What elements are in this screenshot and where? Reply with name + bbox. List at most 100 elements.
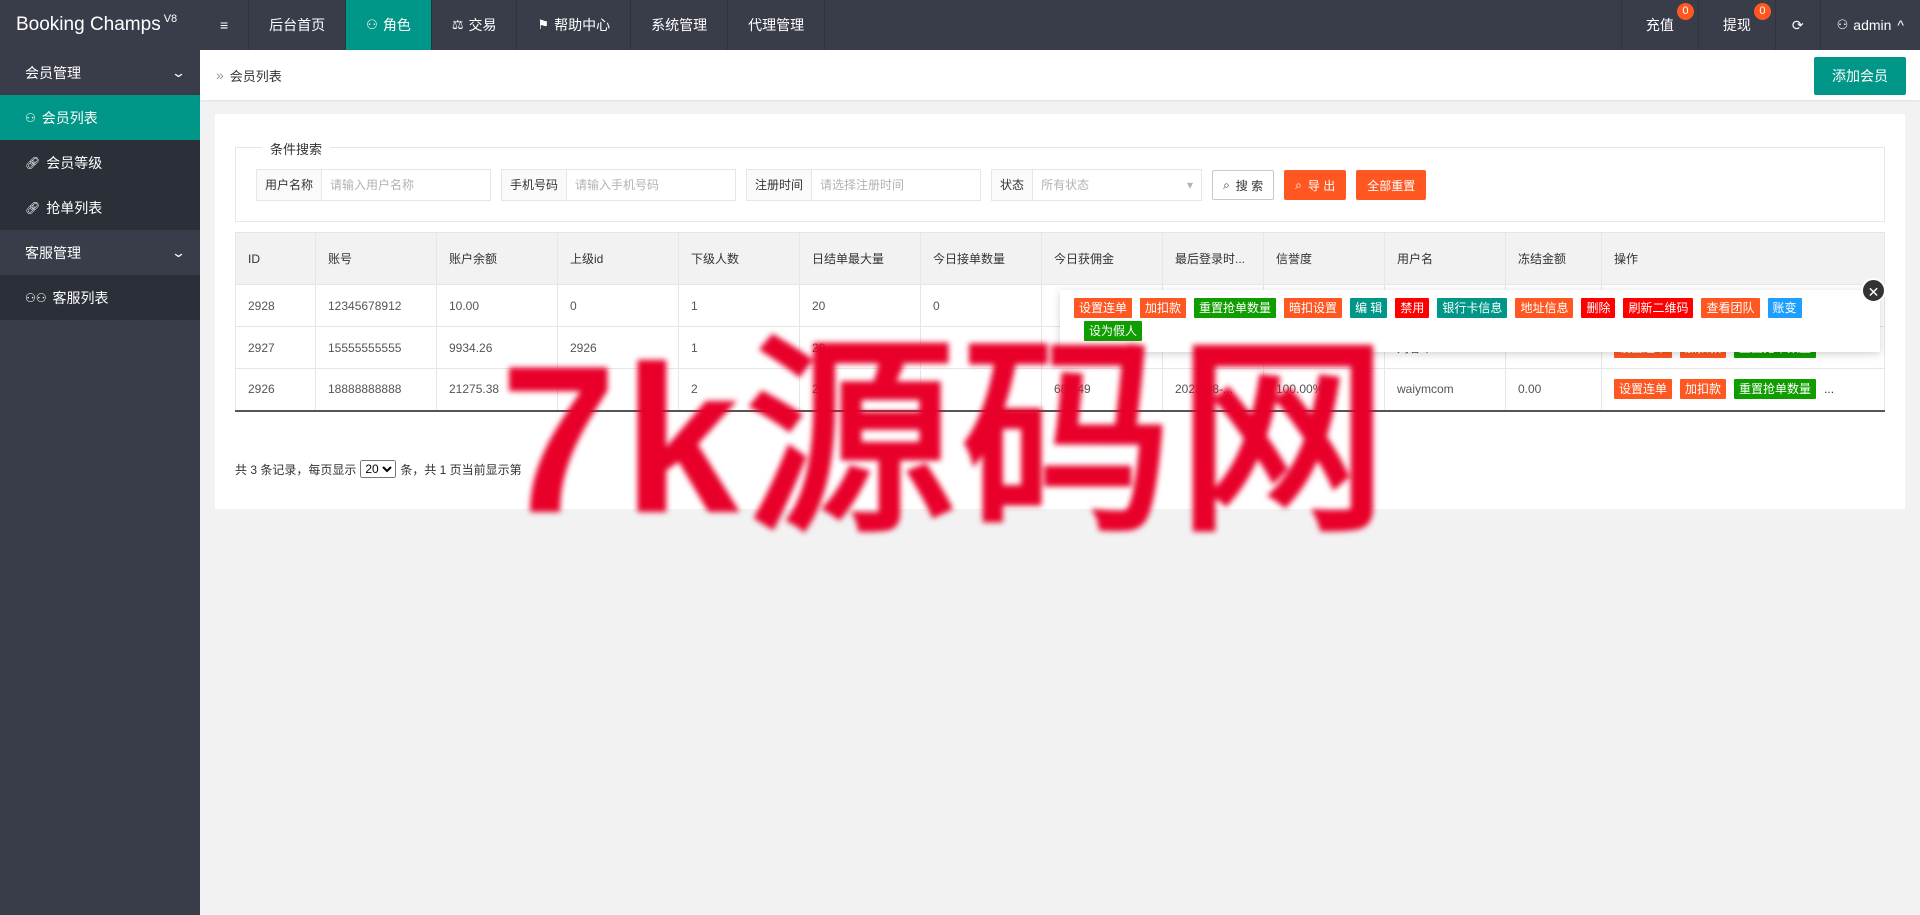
- nav-dashboard[interactable]: 后台首页: [249, 0, 347, 50]
- recharge-button[interactable]: 充值 0: [1620, 0, 1698, 50]
- page-size-select[interactable]: 20: [360, 460, 397, 478]
- cell-actions: 设置连单加扣款重置抢单数量...: [1601, 368, 1885, 412]
- export-button-label: 导 出: [1307, 178, 1336, 193]
- col-today-commission[interactable]: 今日获佣金: [1041, 232, 1163, 285]
- reset-order-count-button[interactable]: 重置抢单数量: [1734, 379, 1817, 400]
- close-icon[interactable]: ✕: [1861, 278, 1886, 303]
- refresh-qrcode-button[interactable]: 刷新二维码: [1623, 298, 1694, 318]
- view-team-button[interactable]: 查看团队: [1701, 298, 1760, 318]
- nav-transactions[interactable]: ⚖ 交易: [432, 0, 518, 50]
- sidebar-item-member-level[interactable]: 🔗︎ 会员等级: [0, 140, 200, 185]
- col-daily-max[interactable]: 日结单最大量: [799, 232, 921, 285]
- phone-field: 手机号码: [501, 169, 737, 201]
- username-input[interactable]: [322, 170, 491, 200]
- user-icon: ⚇: [366, 17, 378, 32]
- edit-button[interactable]: 编 辑: [1350, 298, 1388, 318]
- user-menu[interactable]: ⚇ admin ^: [1819, 0, 1920, 50]
- cell-account: 15555555555: [315, 326, 437, 369]
- sidebar-group-label: 会员管理: [25, 64, 81, 81]
- cell-account: 12345678912: [315, 284, 437, 327]
- cell-frozen: 0.00: [1505, 368, 1602, 412]
- delete-button[interactable]: 删除: [1581, 298, 1616, 318]
- adjust-balance-button[interactable]: 加扣款: [1140, 298, 1187, 318]
- cell-id: 2927: [235, 326, 316, 369]
- disable-button[interactable]: 禁用: [1395, 298, 1430, 318]
- chevron-down-icon: ⌄: [170, 64, 187, 80]
- col-account[interactable]: 账号: [315, 232, 437, 285]
- sidebar-item-label: 抢单列表: [46, 199, 103, 216]
- reset-order-count-button[interactable]: 重置抢单数量: [1194, 298, 1277, 318]
- col-sub-count[interactable]: 下级人数: [678, 232, 800, 285]
- refresh-icon[interactable]: ⟳: [1774, 0, 1820, 50]
- status-select[interactable]: 所有状态 ▾: [1033, 170, 1201, 200]
- cell-account: 18888888888: [315, 368, 437, 412]
- nav-help[interactable]: ⚑ 帮助中心: [517, 0, 632, 50]
- col-today-orders[interactable]: 今日接单数量: [920, 232, 1042, 285]
- col-username[interactable]: 用户名: [1384, 232, 1506, 285]
- nav-transactions-label: 交易: [468, 17, 497, 33]
- regtime-label: 注册时间: [747, 170, 813, 200]
- withdraw-button[interactable]: 提现 0: [1697, 0, 1775, 50]
- bank-card-button[interactable]: 银行卡信息: [1437, 298, 1508, 318]
- col-parent-id[interactable]: 上级id: [557, 232, 679, 285]
- sidebar-item-label: 客服列表: [52, 289, 109, 306]
- nav-roles[interactable]: ⚇ 角色: [346, 0, 432, 50]
- regtime-input[interactable]: [812, 170, 981, 200]
- cell-id: 2928: [235, 284, 316, 327]
- user-name: admin: [1853, 17, 1892, 33]
- nav-roles-label: 角色: [382, 17, 411, 33]
- hidden-deduct-button[interactable]: 暗扣设置: [1284, 298, 1343, 318]
- scale-icon: ⚖: [451, 17, 464, 32]
- address-button[interactable]: 地址信息: [1515, 298, 1574, 318]
- sidebar-item-label: 会员列表: [41, 109, 98, 126]
- phone-label: 手机号码: [502, 170, 568, 200]
- col-frozen[interactable]: 冻结金额: [1505, 232, 1602, 285]
- search-legend: 条件搜索: [262, 139, 331, 158]
- phone-input[interactable]: [567, 170, 736, 200]
- pagination: 共 3 条记录，每页显示 20 条，共 1 页当前显示第: [235, 460, 522, 478]
- nav-system[interactable]: 系统管理: [631, 0, 729, 50]
- caret-down-icon: ▾: [1187, 178, 1194, 192]
- set-combo-button[interactable]: 设置连单: [1614, 379, 1673, 400]
- sidebar-group-service[interactable]: 客服管理 ⌄: [0, 230, 200, 275]
- sidebar-item-order-list[interactable]: 🔗︎ 抢单列表: [0, 185, 200, 230]
- balance-change-button[interactable]: 账变: [1767, 298, 1802, 318]
- nav-dashboard-label: 后台首页: [269, 17, 326, 33]
- col-last-login[interactable]: 最后登录时...: [1162, 232, 1264, 285]
- sidebar-group-members[interactable]: 会员管理 ⌄: [0, 50, 200, 95]
- chevron-up-icon: ^: [1897, 17, 1904, 33]
- nav-help-label: 帮助中心: [554, 17, 611, 33]
- adjust-balance-button[interactable]: 加扣款: [1680, 379, 1727, 400]
- cell-id: 2926: [235, 368, 316, 412]
- search-button[interactable]: ⌕ 搜 索: [1212, 170, 1275, 200]
- breadcrumb: » 会员列表 添加会员: [200, 50, 1920, 100]
- col-credit[interactable]: 信誉度: [1263, 232, 1385, 285]
- add-member-button[interactable]: 添加会员: [1814, 57, 1906, 95]
- status-label: 状态: [992, 170, 1034, 200]
- app-logo: Booking Champs V8: [0, 0, 200, 50]
- menu-toggle-icon[interactable]: ≡: [200, 0, 250, 50]
- col-balance[interactable]: 账户余额: [436, 232, 558, 285]
- flag-icon: ⚑: [537, 17, 550, 32]
- app-version: V8: [163, 13, 178, 25]
- recharge-label: 充值: [1645, 17, 1674, 33]
- sidebar-item-member-list[interactable]: ⚇ 会员列表: [0, 95, 200, 140]
- regtime-field: 注册时间: [746, 169, 982, 201]
- link-icon: 🔗︎: [25, 200, 41, 215]
- user-icon: ⚇: [25, 110, 36, 125]
- nav-agent[interactable]: 代理管理: [728, 0, 826, 50]
- more-actions-button[interactable]: ...: [1824, 382, 1834, 396]
- pager-prefix: 共 3 条记录，每页显示: [235, 462, 357, 477]
- export-button[interactable]: ⌕ 导 出: [1284, 170, 1347, 200]
- reset-all-button[interactable]: 全部重置: [1356, 170, 1427, 200]
- app-name: Booking Champs: [16, 14, 161, 35]
- status-value: 所有状态: [1041, 178, 1090, 192]
- set-combo-button[interactable]: 设置连单: [1074, 298, 1133, 318]
- sidebar-item-service-list[interactable]: ⚇⚇ 客服列表: [0, 275, 200, 320]
- search-fieldset: 条件搜索 用户名称 手机号码 注册时间 状态 所有状态 ▾ ⌕ 搜 索 ⌕ 导 出 全…: [235, 139, 1885, 222]
- top-nav-right: 充值 0 提现 0 ⟳ ⚇ admin ^: [1620, 0, 1920, 50]
- col-id[interactable]: ID: [235, 232, 316, 285]
- table-header-row: ID 账号 账户余额 上级id 下级人数 日结单最大量 今日接单数量 今日获佣金…: [235, 232, 1885, 285]
- top-nav: ≡ 后台首页 ⚇ 角色 ⚖ 交易 ⚑ 帮助中心 系统管理 代理管理: [200, 0, 1621, 50]
- search-form: 用户名称 手机号码 注册时间 状态 所有状态 ▾ ⌕ 搜 索 ⌕ 导 出 全部重置: [256, 169, 1436, 201]
